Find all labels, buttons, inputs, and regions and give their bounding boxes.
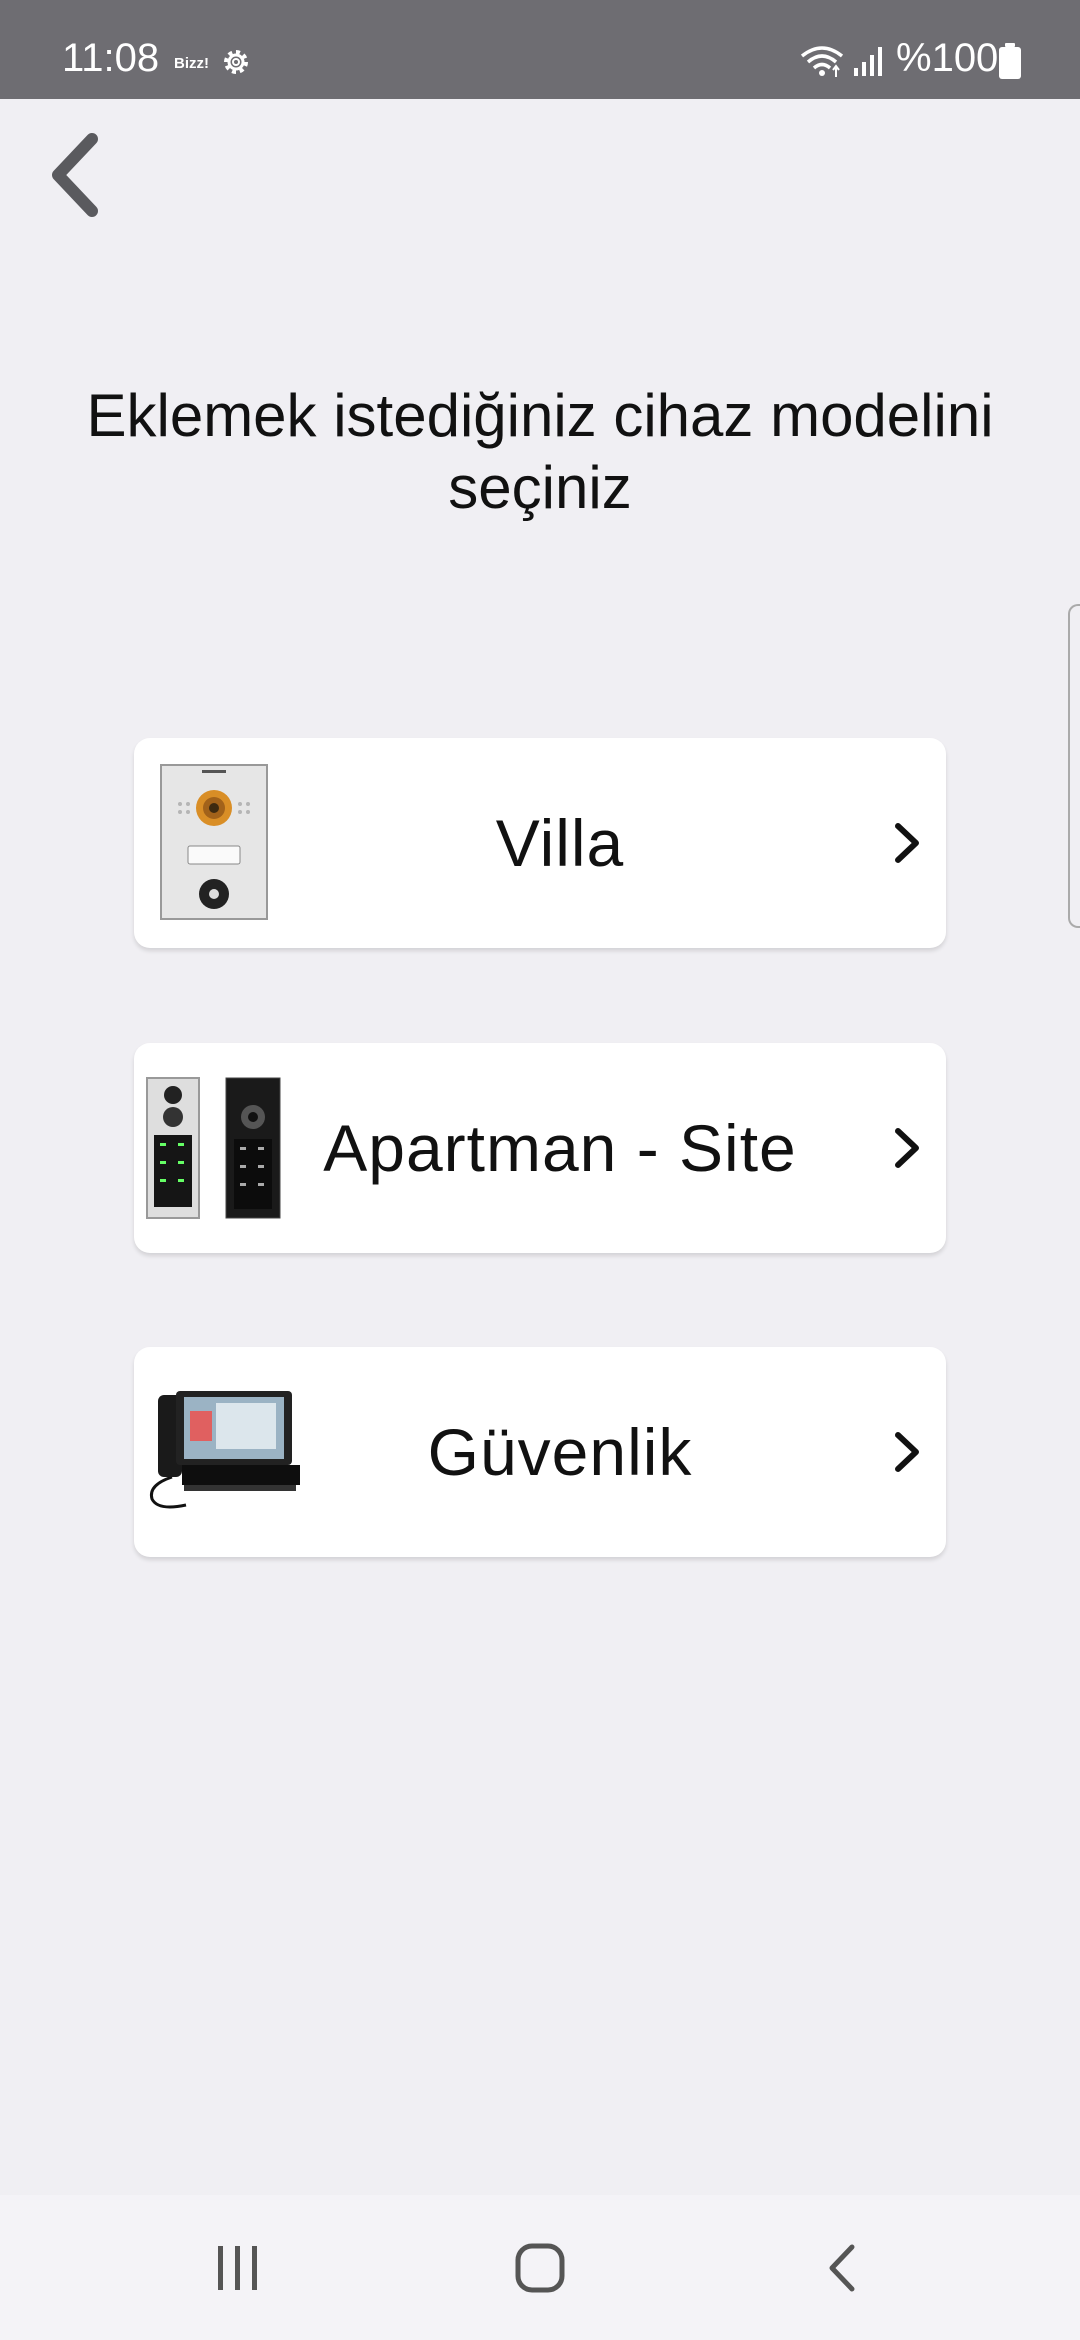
- recent-apps-icon[interactable]: [210, 2240, 266, 2296]
- home-icon[interactable]: [510, 2239, 570, 2297]
- status-time: 11:08: [62, 36, 160, 80]
- edge-panel-handle[interactable]: [1068, 604, 1080, 928]
- battery-percentage: %100: [896, 36, 999, 80]
- option-apartman-site[interactable]: Apartman - Site: [134, 1043, 946, 1253]
- option-label: Villa: [495, 806, 625, 880]
- back-button[interactable]: [40, 125, 120, 225]
- back-icon[interactable]: [822, 2239, 862, 2297]
- chevron-right-icon: [895, 1128, 919, 1168]
- option-label: Apartman - Site: [323, 1111, 797, 1185]
- notification-app-icon: Bizz!: [174, 55, 209, 72]
- option-guvenlik[interactable]: Güvenlik: [134, 1347, 946, 1557]
- status-bar: 11:08 Bizz! %100: [0, 0, 1080, 99]
- settings-gear-icon: [224, 50, 248, 74]
- option-label: Güvenlik: [427, 1415, 693, 1489]
- chevron-right-icon: [895, 1432, 919, 1472]
- chevron-right-icon: [895, 823, 919, 863]
- wifi-icon: [800, 46, 844, 77]
- chevron-left-icon: [52, 133, 98, 217]
- page-title: Eklemek istediğiniz cihaz modelini seçin…: [86, 382, 994, 521]
- signal-icon: [854, 47, 882, 76]
- battery-icon: [999, 43, 1021, 79]
- option-villa[interactable]: Villa: [134, 738, 946, 948]
- navigation-bar: [0, 2195, 1080, 2340]
